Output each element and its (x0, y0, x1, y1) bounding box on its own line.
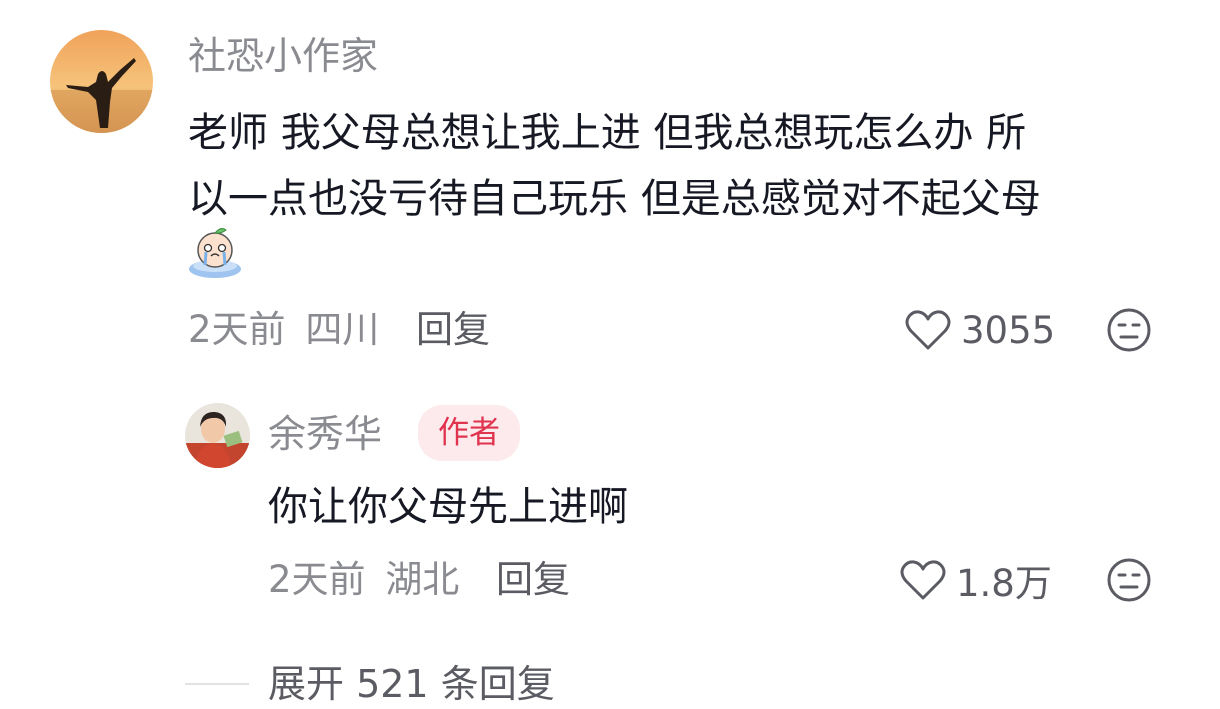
reply-meta: 2天前 湖北 (268, 557, 459, 603)
comment-meta: 2天前 四川 (188, 307, 379, 353)
comment-text-line: 老师 我父母总想让我上进 但我总想玩怎么办 所 (188, 110, 1027, 156)
comment-time: 2天前 (188, 308, 286, 351)
author-badge: 作者 (418, 405, 520, 461)
heart-icon (905, 309, 951, 351)
comment-text: 老师 我父母总想让我上进 但我总想玩怎么办 所 以一点也没亏待自己玩乐 但是总感… (188, 100, 1178, 232)
crying-peach-emoji-icon (188, 225, 242, 279)
neutral-face-icon[interactable] (1106, 557, 1152, 603)
reply-time: 2天前 (268, 558, 366, 601)
reply-author-name[interactable]: 余秀华 (268, 410, 382, 458)
reply-author-avatar[interactable] (185, 403, 250, 468)
heart-icon (900, 559, 946, 601)
comment-text-line: 以一点也没亏待自己玩乐 但是总感觉对不起父母 (188, 176, 1041, 222)
reply-like-count: 1.8万 (956, 562, 1052, 605)
commenter-avatar[interactable] (50, 30, 153, 133)
neutral-face-icon[interactable] (1106, 307, 1152, 353)
reply-reply-button[interactable]: 回复 (496, 557, 570, 603)
expand-replies-button[interactable]: 展开 521 条回复 (268, 660, 555, 708)
comment-location: 四川 (305, 308, 380, 351)
reply-text: 你让你父母先上进啊 (268, 484, 628, 530)
comment-like-button[interactable]: 3055 (905, 305, 1055, 355)
commenter-name[interactable]: 社恐小作家 (188, 32, 378, 80)
reply-like-button[interactable]: 1.8万 (900, 555, 1052, 605)
comment-like-count: 3055 (961, 308, 1056, 352)
comment-reply-button[interactable]: 回复 (416, 307, 490, 353)
expand-divider (185, 683, 249, 685)
reply-location: 湖北 (385, 558, 460, 601)
